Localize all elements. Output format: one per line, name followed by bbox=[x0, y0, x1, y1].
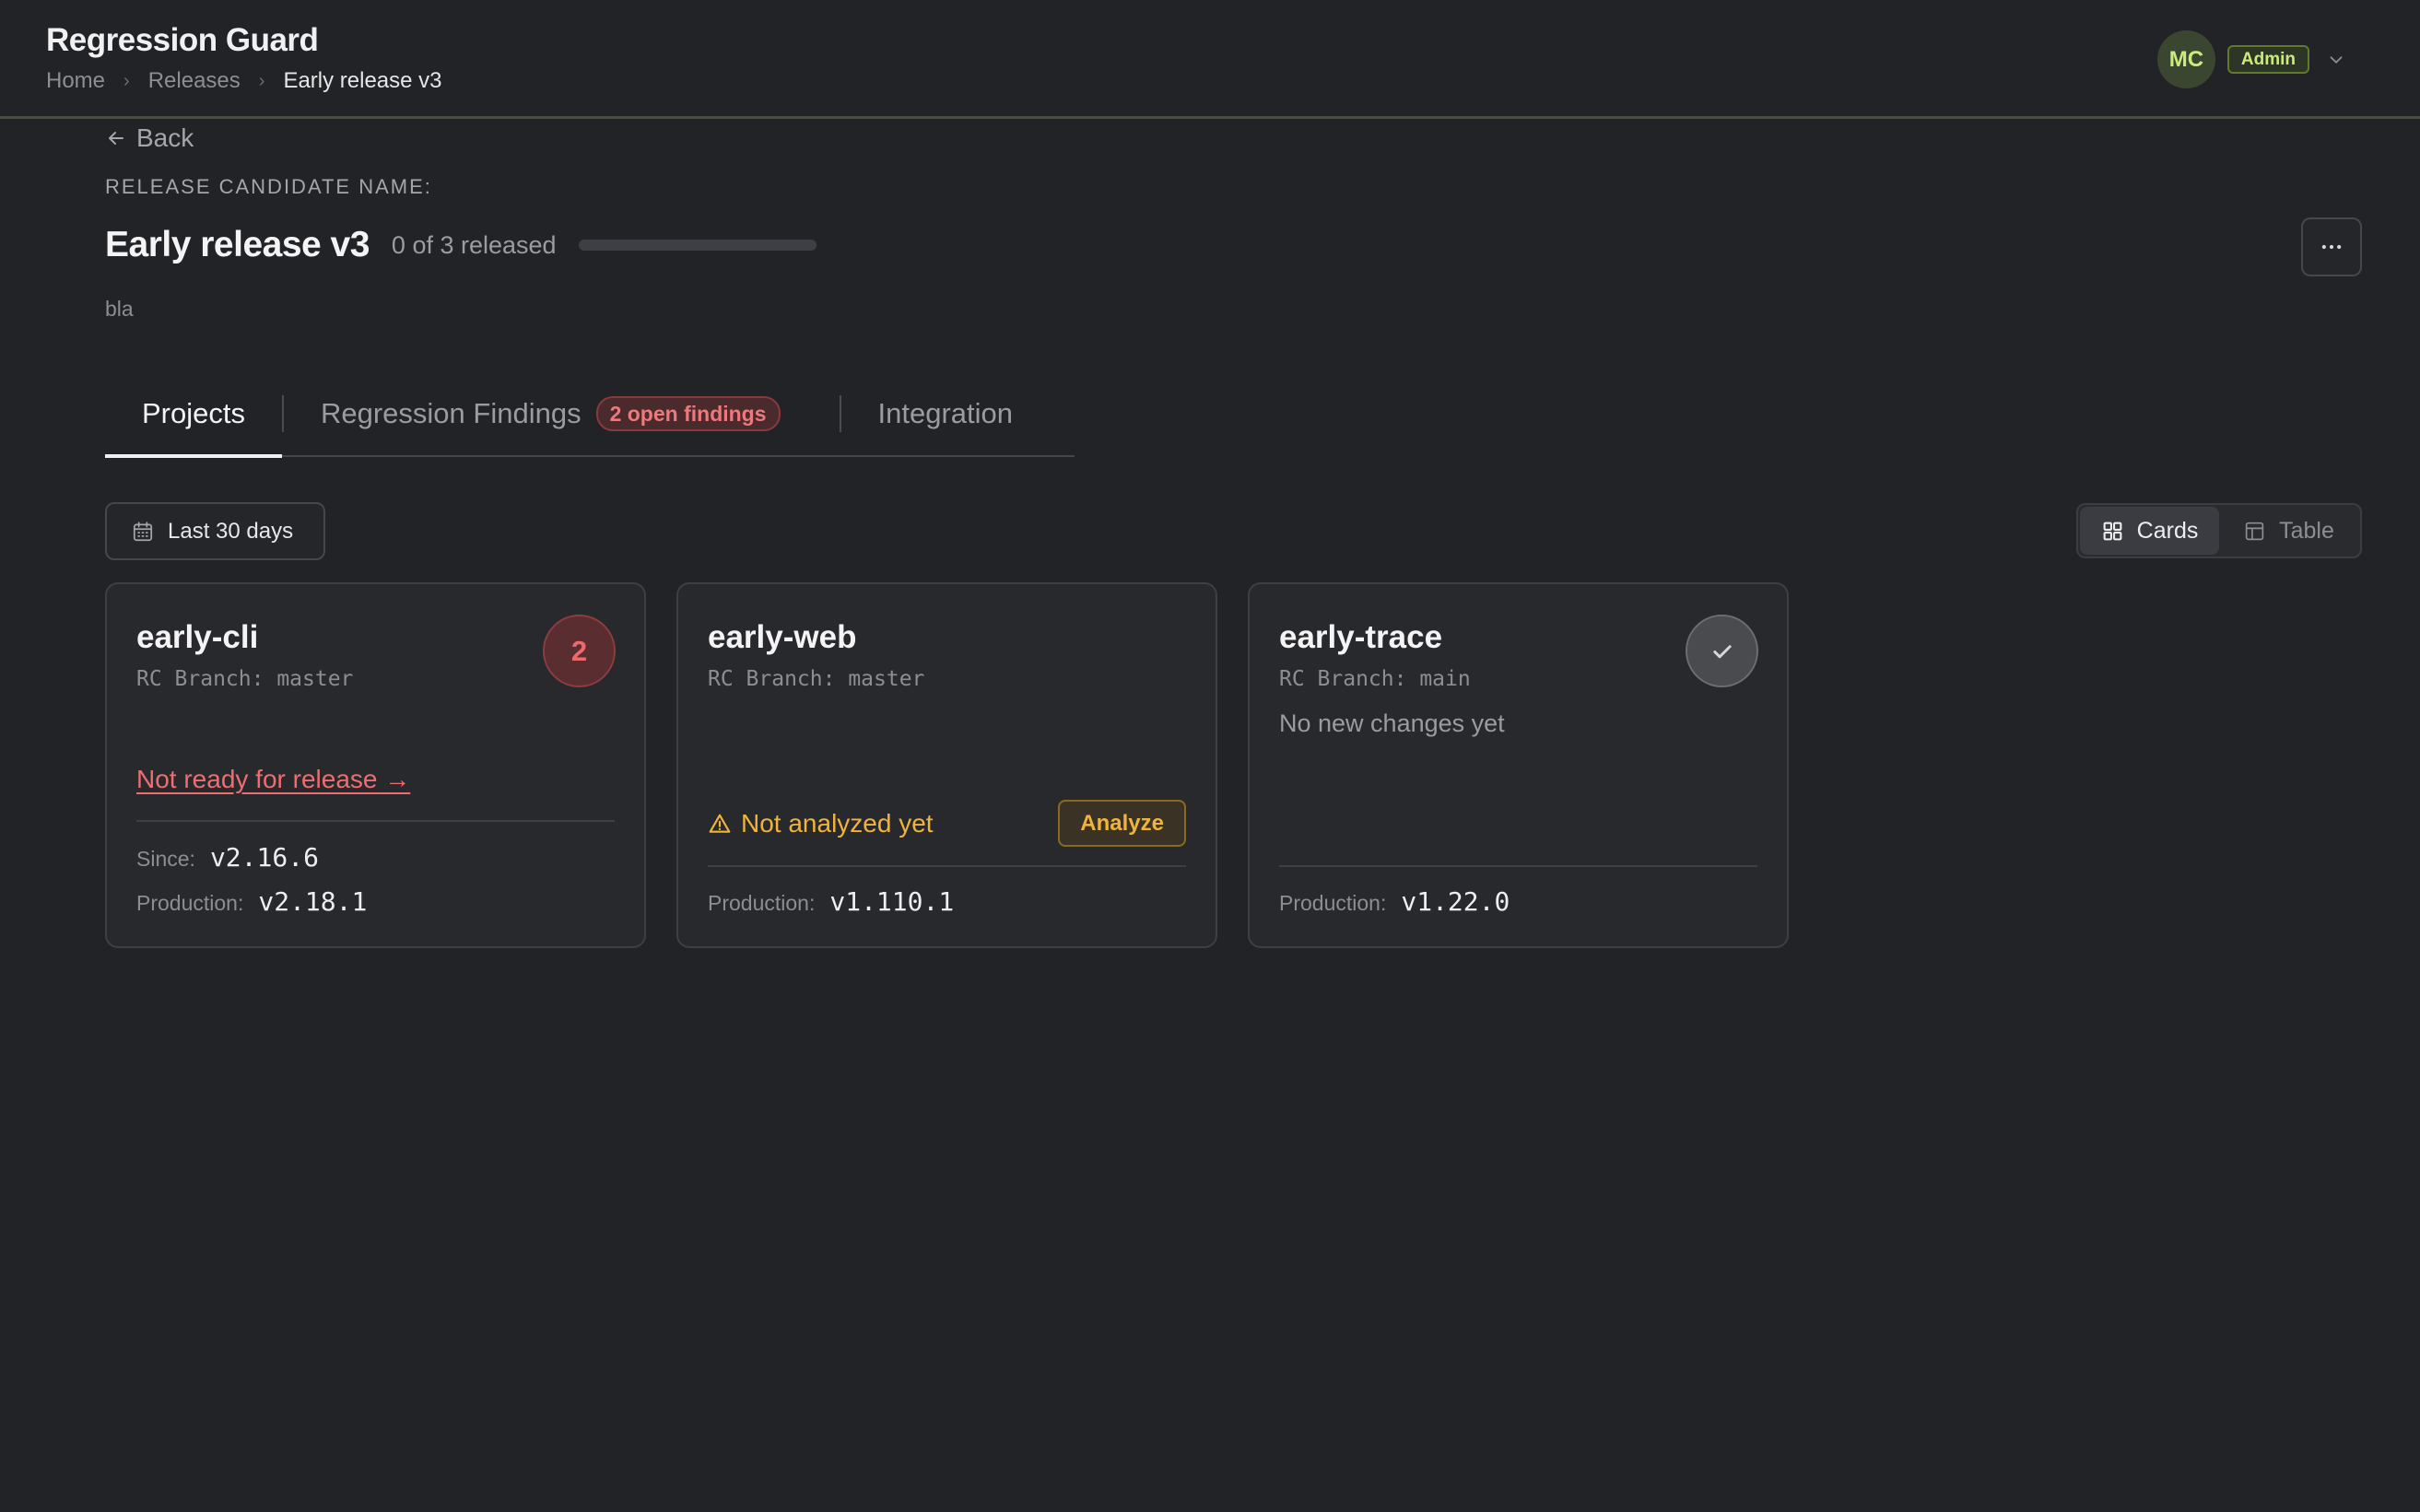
production-version-row: Production: v1.110.1 bbox=[708, 886, 954, 917]
production-label: Production: bbox=[708, 891, 816, 915]
since-version: v2.16.6 bbox=[209, 842, 319, 873]
view-toggle: Cards Table bbox=[2076, 503, 2362, 558]
project-name: early-web bbox=[708, 619, 857, 655]
page-title: Early release v3 bbox=[105, 225, 370, 264]
no-changes-note: No new changes yet bbox=[1279, 709, 1505, 737]
card-divider bbox=[708, 865, 1186, 867]
project-card[interactable]: early-cli RC Branch: master 2 Not ready … bbox=[105, 582, 646, 948]
breadcrumb-current: Early release v3 bbox=[283, 68, 442, 93]
since-label: Since: bbox=[136, 847, 195, 871]
more-actions-button[interactable] bbox=[2301, 217, 2362, 276]
production-version-row: Production: v1.22.0 bbox=[1279, 886, 1510, 917]
production-version: v2.18.1 bbox=[258, 886, 368, 917]
status-check-badge bbox=[1686, 615, 1758, 687]
arrow-left-icon bbox=[109, 132, 123, 145]
view-cards-button[interactable]: Cards bbox=[2080, 507, 2219, 555]
project-name: early-trace bbox=[1279, 619, 1443, 655]
rc-description: bla bbox=[105, 297, 134, 321]
release-progress-bar bbox=[578, 240, 816, 251]
grid-icon bbox=[2103, 522, 2122, 540]
tab-integration[interactable]: Integration bbox=[841, 372, 1051, 455]
production-version-row: Production: v2.18.1 bbox=[136, 886, 367, 917]
findings-count-badge: 2 bbox=[543, 615, 616, 687]
chevron-right-icon: › bbox=[123, 70, 130, 91]
breadcrumb-releases[interactable]: Releases bbox=[148, 68, 241, 94]
analyze-button[interactable]: Analyze bbox=[1058, 800, 1186, 847]
date-range-label: Last 30 days bbox=[168, 518, 294, 544]
more-horizontal-icon bbox=[2321, 244, 2342, 250]
not-ready-link[interactable]: Not ready for release → bbox=[136, 765, 410, 794]
tab-regression-findings[interactable]: Regression Findings 2 open findings bbox=[284, 372, 817, 455]
chevron-right-icon: › bbox=[258, 70, 265, 91]
role-badge: Admin bbox=[2226, 45, 2309, 74]
tab-label: Integration bbox=[877, 397, 1014, 429]
back-label: Back bbox=[136, 123, 194, 152]
open-findings-badge: 2 open findings bbox=[595, 396, 781, 431]
not-analyzed-status: Not analyzed yet bbox=[708, 809, 934, 838]
rc-branch: RC Branch: main bbox=[1279, 667, 1471, 691]
back-link[interactable]: Back bbox=[105, 123, 194, 153]
card-divider bbox=[136, 820, 615, 822]
breadcrumb-home[interactable]: Home bbox=[46, 68, 105, 94]
user-menu[interactable]: MC Admin bbox=[2156, 30, 2346, 88]
tab-label: Regression Findings bbox=[320, 397, 582, 429]
avatar[interactable]: MC bbox=[2156, 30, 2215, 88]
rc-title-row: Early release v3 0 of 3 released bbox=[105, 225, 816, 265]
table-icon bbox=[2245, 522, 2264, 540]
tab-bar: Projects Regression Findings 2 open find… bbox=[105, 372, 1075, 458]
warning-icon bbox=[709, 814, 731, 833]
project-card[interactable]: early-web RC Branch: master Not analyzed… bbox=[676, 582, 1217, 948]
check-icon bbox=[1712, 644, 1732, 658]
status-text: Not analyzed yet bbox=[741, 809, 934, 838]
rc-branch: RC Branch: master bbox=[136, 667, 354, 691]
project-card[interactable]: early-trace RC Branch: main No new chang… bbox=[1248, 582, 1789, 948]
view-table-button[interactable]: Table bbox=[2219, 507, 2358, 555]
calendar-icon bbox=[133, 521, 153, 541]
card-divider bbox=[1279, 865, 1757, 867]
rc-branch: RC Branch: master bbox=[708, 667, 925, 691]
production-version: v1.22.0 bbox=[1401, 886, 1510, 917]
tab-label: Projects bbox=[142, 397, 245, 429]
top-header: Regression Guard Home › Releases › Early… bbox=[0, 0, 2420, 119]
tab-projects[interactable]: Projects bbox=[105, 372, 282, 458]
production-label: Production: bbox=[1279, 891, 1387, 915]
release-progress-text: 0 of 3 released bbox=[391, 230, 557, 259]
production-version: v1.110.1 bbox=[829, 886, 955, 917]
rc-name-label: Release Candidate Name: bbox=[105, 175, 432, 198]
chevron-down-icon[interactable] bbox=[2326, 50, 2346, 70]
view-table-label: Table bbox=[2279, 517, 2334, 544]
view-cards-label: Cards bbox=[2136, 517, 2199, 544]
project-name: early-cli bbox=[136, 619, 259, 655]
app-title: Regression Guard bbox=[46, 22, 319, 58]
date-range-filter[interactable]: Last 30 days bbox=[105, 502, 325, 560]
since-version-row: Since: v2.16.6 bbox=[136, 842, 319, 873]
production-label: Production: bbox=[136, 891, 244, 915]
breadcrumb: Home › Releases › Early release v3 bbox=[46, 68, 442, 94]
